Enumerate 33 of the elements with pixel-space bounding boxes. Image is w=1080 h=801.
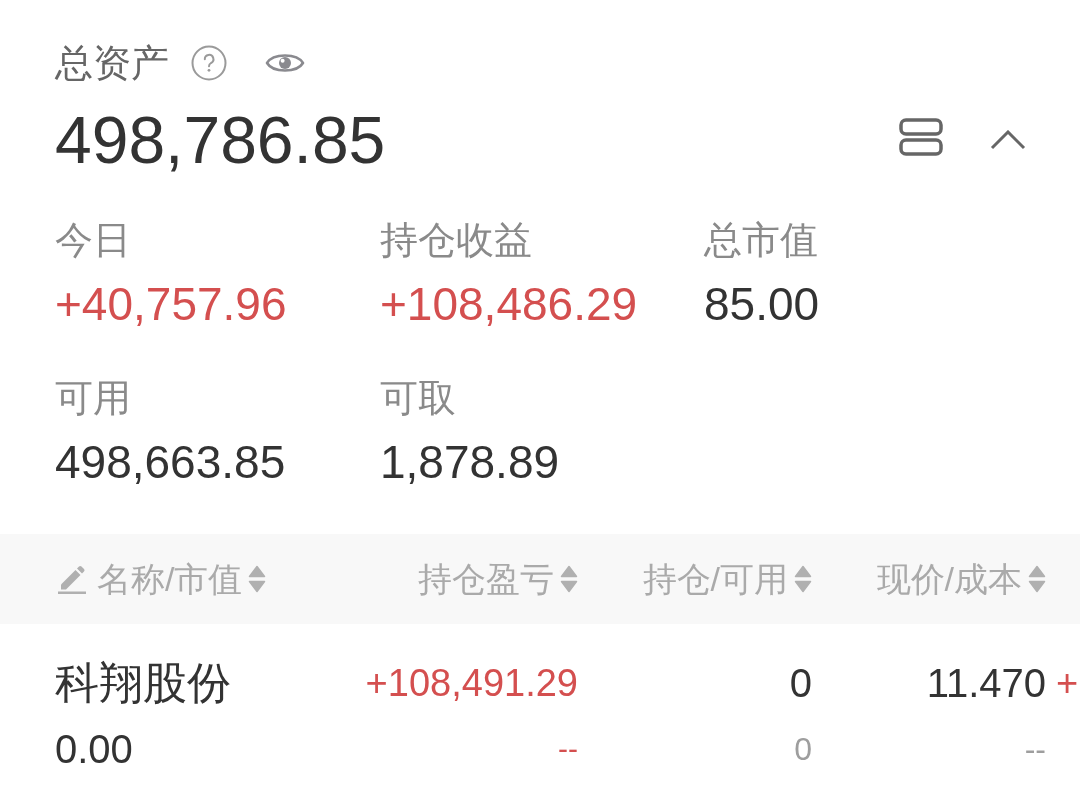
chevron-up-icon[interactable]: [990, 130, 1026, 150]
column-header[interactable]: 持仓盈亏: [418, 562, 578, 596]
table-cell-text: +: [1056, 661, 1079, 706]
sort-icon: [1028, 565, 1046, 593]
table-cell-text: +108,491.29: [365, 661, 578, 706]
table-cell-text: 0: [794, 730, 812, 769]
list-icon[interactable]: [899, 118, 943, 156]
table-cell-text: 0: [789, 660, 812, 707]
table-cell: 科翔股份: [55, 659, 231, 707]
stat-label: 今日: [55, 220, 132, 260]
stat-value: +40,757.96: [55, 278, 288, 330]
total-amount: 498,786.85: [55, 107, 386, 173]
stat-value: 1,878.89: [380, 436, 561, 488]
stat-value: 498,663.85: [55, 436, 287, 488]
table-cell-text: --: [1024, 730, 1046, 769]
help-icon[interactable]: [191, 45, 227, 81]
section-title: 总资产: [55, 44, 169, 82]
stat-label: 总市值: [704, 220, 819, 260]
pencil-icon[interactable]: [58, 564, 86, 594]
stat-value: +108,486.29: [380, 278, 639, 330]
table-cell: 0.00: [55, 727, 133, 771]
stat-value: 85.00: [704, 278, 821, 330]
sort-icon: [560, 565, 578, 593]
table-cell-text: 11.470: [926, 660, 1046, 707]
column-header[interactable]: 名称/市值: [97, 562, 267, 596]
sort-icon: [794, 565, 812, 593]
table-cell-text: --: [558, 731, 578, 767]
stat-label: 可取: [380, 378, 457, 418]
column-header[interactable]: 持仓/可用: [642, 562, 812, 596]
column-header[interactable]: 现价/成本: [876, 562, 1046, 596]
stat-label: 持仓收益: [380, 220, 533, 260]
stat-label: 可用: [55, 378, 132, 418]
sort-icon: [248, 565, 267, 593]
